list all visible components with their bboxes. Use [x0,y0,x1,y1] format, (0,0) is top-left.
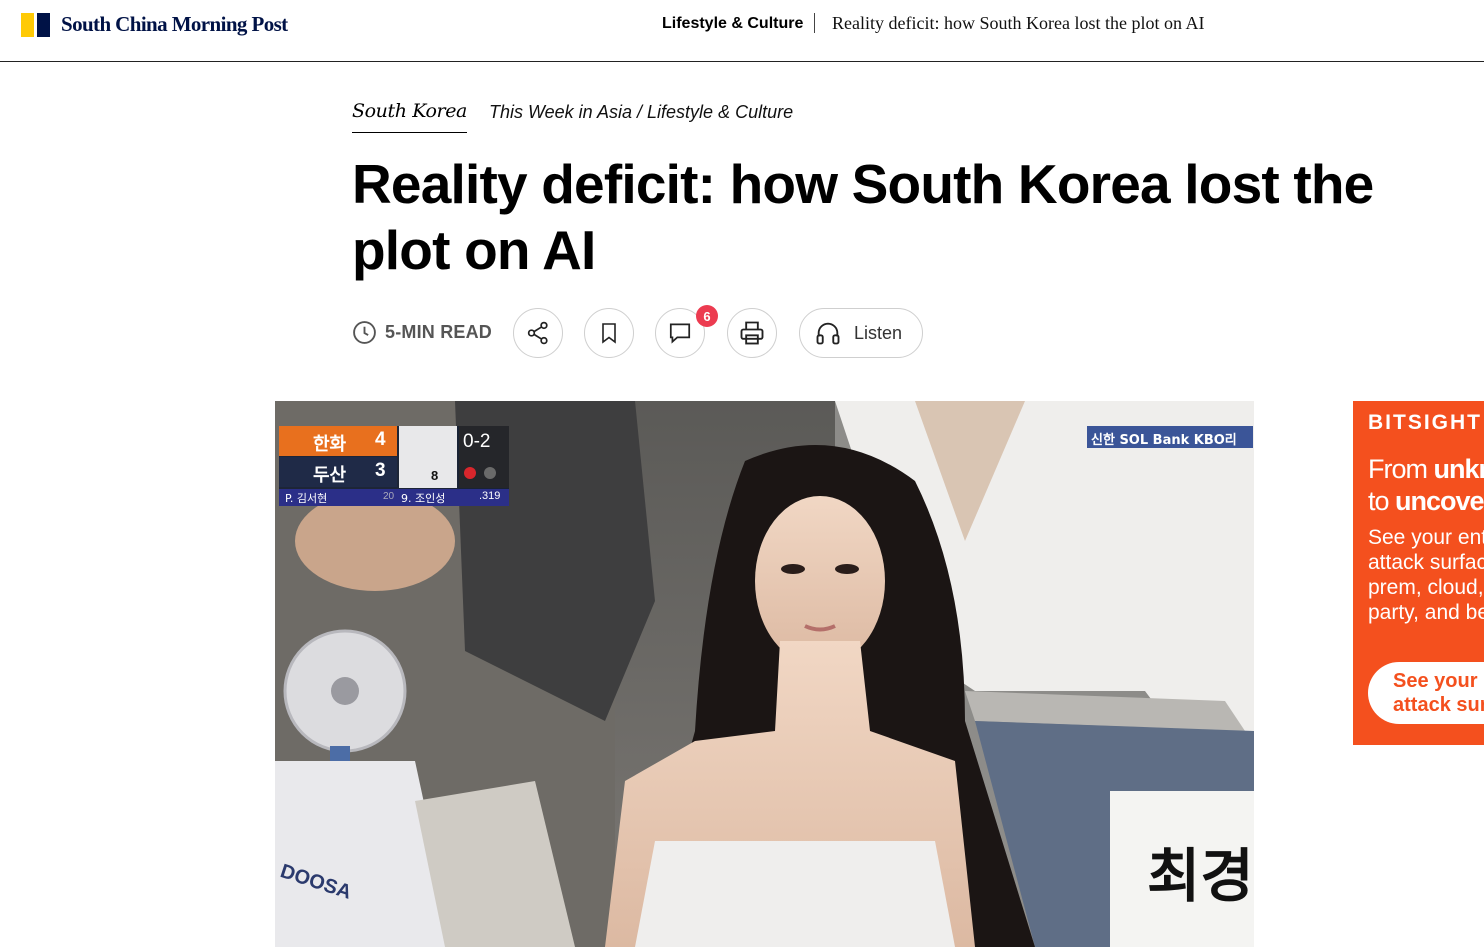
read-time-label: 5-MIN READ [385,322,493,342]
ad-body: See your entire attack surface: prem, cl… [1368,526,1484,624]
read-time: 5-MIN READ [352,320,492,345]
comments-button[interactable]: 6 [655,305,718,358]
share-icon [527,321,548,345]
ad-headline-part: to [1368,486,1396,516]
scoreboard-team1: 한화 [313,434,347,455]
section-path[interactable]: This Week in Asia / Lifestyle & Culture [489,102,793,123]
scoreboard-team2: 두산 [313,465,347,486]
divider [814,13,815,33]
ad-headline-bold: unknown [1433,454,1484,484]
scoreboard-outs: 8 [431,468,439,483]
top-section-link[interactable]: Lifestyle & Culture [662,15,803,33]
advertisement[interactable]: BITSIGHT From unknown to uncovered See y… [1353,401,1484,745]
share-button[interactable] [513,308,563,358]
scoreboard-average: .319 [479,490,501,502]
comment-count-badge: 6 [696,305,718,327]
logo-mark-icon [21,12,50,37]
listen-button[interactable]: Listen [799,308,923,358]
bookmark-button[interactable] [584,308,634,358]
print-icon [740,321,764,345]
listen-label: Listen [854,322,903,343]
ad-brand-logo: BITSIGHT [1368,411,1482,434]
scoreboard-batter: 9. 조인성 [401,492,446,505]
ad-headline: From unknown to uncovered [1368,453,1484,517]
breadcrumb: South Korea This Week in Asia / Lifestyl… [352,100,793,133]
scoreboard-score2: 3 [375,460,386,481]
scoreboard-count: 0-2 [463,431,491,452]
ad-headline-part: From [1368,454,1434,484]
scmp-logo[interactable]: South China Morning Post [21,12,288,37]
sign-text: 최경 [1147,842,1254,910]
broadcast-logo: 신한 SOL Bank KBO리 [1091,433,1237,448]
hero-image[interactable]: 한화 4 두산 3 0-2 8 P. 김서현 20 9. 조인성 .319 신한… [275,401,1254,947]
top-headline: Reality deficit: how South Korea lost th… [832,13,1205,33]
clock-icon [353,321,376,344]
article-toolbar: 5-MIN READ 6 Listen [352,305,1052,358]
headphones-icon [816,322,840,345]
comment-icon [669,323,691,344]
scoreboard-pitcher: P. 김서현 [285,492,328,505]
ad-headline-bold: uncovered [1395,486,1484,516]
brand-name: South China Morning Post [61,12,288,36]
scoreboard-score1: 4 [375,429,386,450]
topic-link[interactable]: South Korea [352,100,467,133]
top-bar: South China Morning Post Lifestyle & Cul… [0,0,1484,62]
bookmark-icon [602,323,616,344]
scoreboard-pitcher-number: 20 [383,491,395,502]
hero-photo [275,401,1254,947]
article-title: Reality deficit: how South Korea lost th… [352,153,1374,281]
ad-cta-button[interactable]: See your attack surface [1368,662,1484,724]
print-button[interactable] [727,308,777,358]
